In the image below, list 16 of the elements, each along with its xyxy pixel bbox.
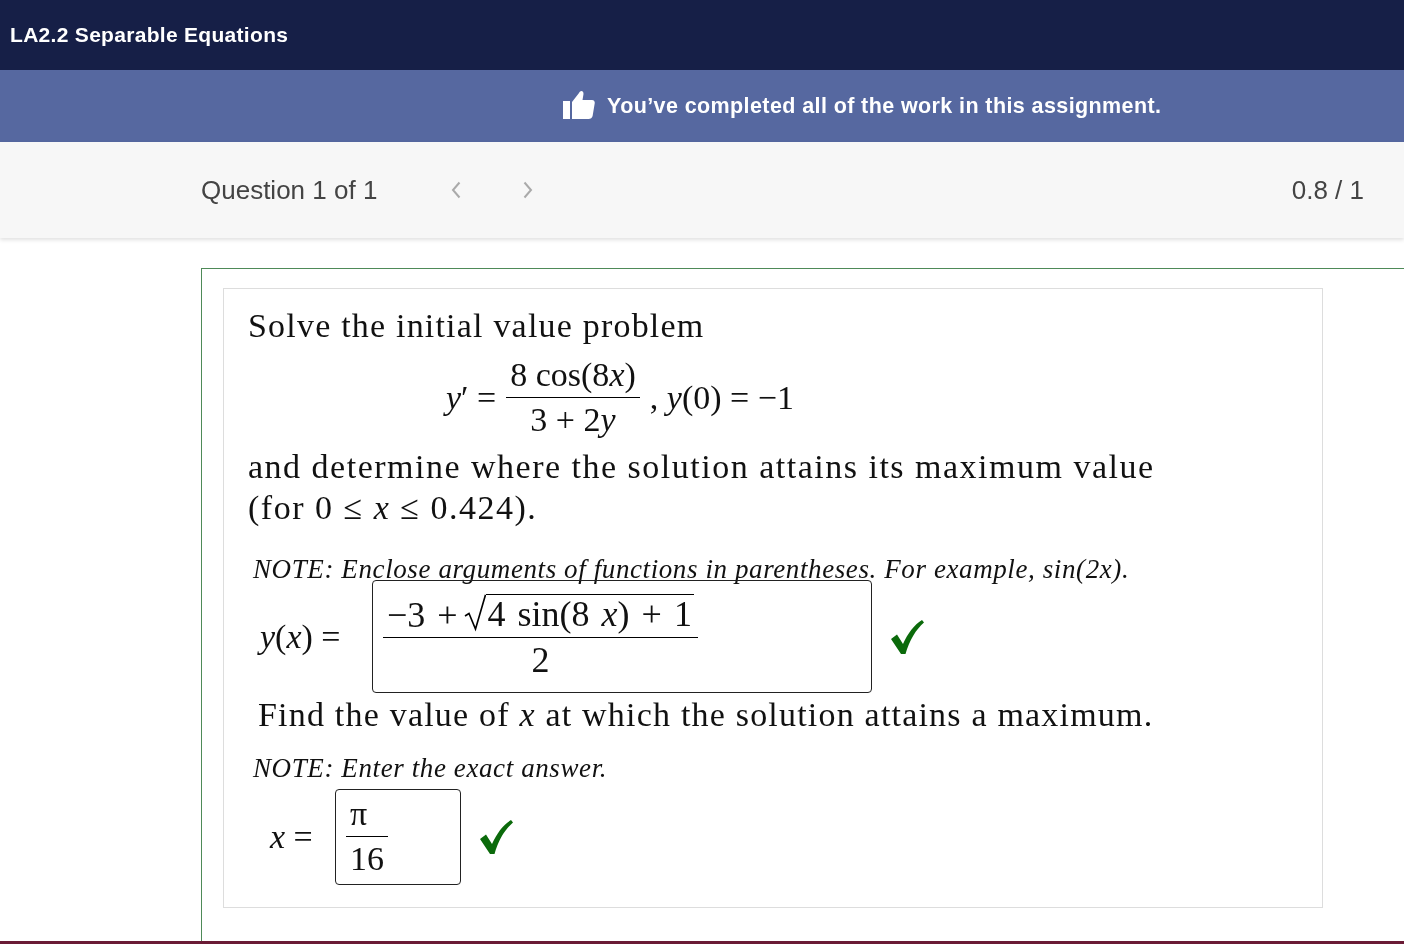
question-text: Find the value of x at which the solution attains a maximum. <box>258 695 1155 735</box>
note-text: NOTE: Enter the exact answer. <box>253 752 609 785</box>
answer-field[interactable]: π 16 <box>335 789 461 885</box>
answer-label: y(x) = <box>248 617 372 656</box>
completion-message: You’ve completed all of the work in this assignment. <box>607 93 1162 119</box>
radical-sign-icon <box>463 593 486 632</box>
prompt-text: Solve the initial value problem <box>248 306 706 346</box>
differential-equation: y′ = 8 cos(8x) 3 + 2y , y(0) = −1 <box>248 357 1302 438</box>
chevron-right-icon <box>523 181 534 199</box>
question-position: Question 1 of 1 <box>201 174 378 206</box>
chevron-left-icon <box>451 181 462 199</box>
task-text: and determine where the solution attains its maximum value (for 0 ≤ x ≤ 0.424). <box>248 447 1156 528</box>
score-text: 0.8 / 1 <box>1291 174 1364 206</box>
answer-label: x = <box>268 818 314 856</box>
assignment-title: LA2.2 Separable Equations <box>10 23 289 47</box>
thumbs-up-icon <box>563 89 595 119</box>
